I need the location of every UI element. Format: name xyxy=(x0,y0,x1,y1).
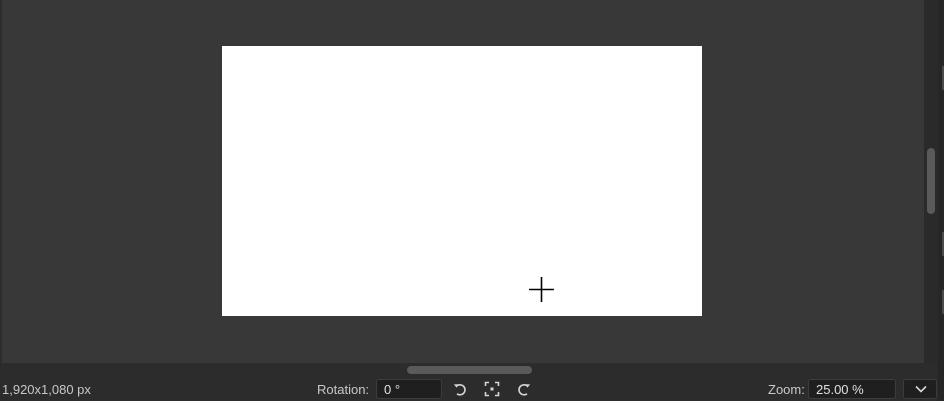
image-dimensions: 1,920x1,080 px xyxy=(2,382,91,397)
zoom-label: Zoom: xyxy=(768,382,805,397)
rotate-right-icon[interactable] xyxy=(516,381,532,397)
image-editor-window: 1,920x1,080 px Rotation: 0 ° Zoom: 25.00… xyxy=(0,0,944,401)
document-canvas[interactable] xyxy=(222,46,702,316)
vertical-scrollbar[interactable] xyxy=(924,0,938,363)
zoom-dropdown-button[interactable] xyxy=(903,379,937,399)
status-bar: 1,920x1,080 px Rotation: 0 ° Zoom: 25.00… xyxy=(0,377,938,401)
rotation-label: Rotation: xyxy=(317,382,370,397)
canvas-viewport[interactable] xyxy=(2,0,924,363)
vertical-scrollbar-thumb[interactable] xyxy=(927,148,935,214)
chevron-down-icon xyxy=(915,385,927,393)
rotation-input[interactable]: 0 ° xyxy=(376,379,442,399)
fit-to-view-icon[interactable] xyxy=(484,381,500,397)
rotate-left-icon[interactable] xyxy=(452,381,468,397)
horizontal-scrollbar-thumb[interactable] xyxy=(407,366,532,374)
zoom-input[interactable]: 25.00 % xyxy=(808,379,896,399)
horizontal-scrollbar[interactable] xyxy=(2,363,924,377)
right-panel-edge xyxy=(938,0,944,401)
crosshair-icon xyxy=(529,277,554,302)
